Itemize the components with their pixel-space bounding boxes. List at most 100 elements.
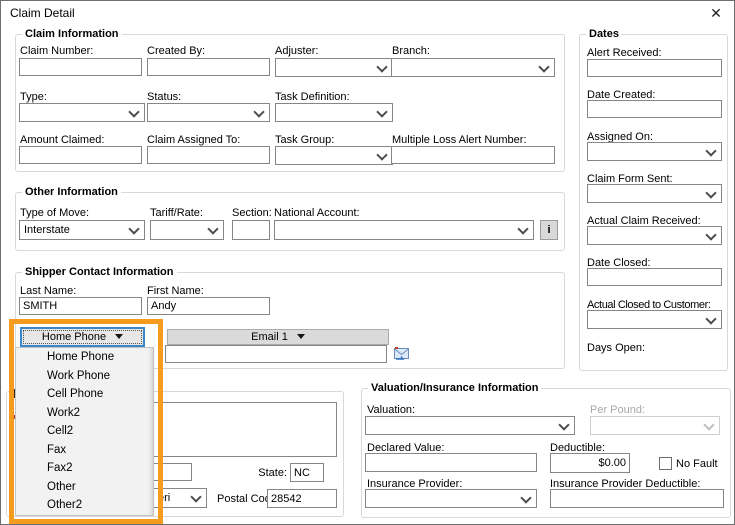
national-account-label: National Account: <box>274 207 360 219</box>
type-label: Type: <box>20 91 47 103</box>
insurance-provider-select[interactable] <box>365 489 537 508</box>
national-account-info-button[interactable]: i <box>540 220 558 240</box>
per-pound-select-disabled <box>590 416 720 435</box>
title-bar: Claim Detail ✕ <box>1 1 734 25</box>
chevron-down-icon <box>705 145 716 156</box>
chevron-down-icon <box>376 106 387 117</box>
assigned-on-select[interactable] <box>587 142 722 161</box>
days-open-label: Days Open: <box>587 342 645 354</box>
chevron-down-icon <box>253 106 264 117</box>
chevron-down-icon <box>538 61 549 72</box>
menu-item-work-phone[interactable]: Work Phone <box>16 367 153 386</box>
tariff-rate-label: Tariff/Rate: <box>150 207 203 219</box>
status-select[interactable] <box>147 103 270 122</box>
chevron-down-icon <box>207 223 218 234</box>
group-title: Valuation/Insurance Information <box>368 382 541 394</box>
branch-label: Branch: <box>392 45 430 57</box>
email-type-dropdown-button[interactable]: Email 1 <box>167 329 389 345</box>
postal-code-input[interactable] <box>267 489 337 508</box>
alert-received-input[interactable] <box>587 59 722 77</box>
dropdown-arrow-icon <box>297 334 305 339</box>
window-title: Claim Detail <box>10 6 75 20</box>
amount-claimed-input[interactable] <box>19 146 142 164</box>
multiple-loss-label: Multiple Loss Alert Number: <box>392 134 527 146</box>
claim-number-label: Claim Number: <box>20 45 93 57</box>
valuation-select[interactable] <box>365 416 575 435</box>
group-title: Other Information <box>22 186 121 198</box>
send-email-icon[interactable] <box>393 346 410 361</box>
date-closed-input[interactable] <box>587 268 722 286</box>
chevron-down-icon <box>705 313 716 324</box>
claim-information-group: Claim Information Claim Number: Created … <box>15 34 565 172</box>
deductible-input[interactable] <box>550 453 630 473</box>
menu-item-fax2[interactable]: Fax2 <box>16 459 153 478</box>
group-title: Dates <box>586 28 622 40</box>
menu-item-home-phone[interactable]: Home Phone <box>16 348 153 367</box>
menu-item-work2[interactable]: Work2 <box>16 404 153 423</box>
declared-value-input[interactable] <box>365 453 537 472</box>
section-input[interactable] <box>232 220 270 240</box>
dropdown-arrow-icon <box>115 334 123 339</box>
status-label: Status: <box>147 91 181 103</box>
no-fault-checkbox[interactable] <box>659 457 672 470</box>
group-title: Shipper Contact Information <box>22 266 177 278</box>
phone-type-selected-label: Home Phone <box>42 331 106 343</box>
adjuster-select[interactable] <box>275 58 393 77</box>
insurance-provider-deductible-input[interactable] <box>550 489 724 508</box>
email-input[interactable] <box>165 345 387 363</box>
first-name-label: First Name: <box>147 285 204 297</box>
chevron-down-icon <box>703 419 714 430</box>
chevron-down-icon <box>190 491 201 502</box>
phone-type-menu: Home Phone Work Phone Cell Phone Work2 C… <box>15 347 154 516</box>
task-group-select[interactable] <box>275 146 393 165</box>
claim-assigned-to-label: Claim Assigned To: <box>147 134 240 146</box>
phone-type-dropdown-button[interactable]: Home Phone <box>20 327 145 347</box>
type-of-move-select[interactable]: Interstate <box>19 220 145 240</box>
chevron-down-icon <box>705 229 716 240</box>
created-by-input[interactable] <box>147 58 270 76</box>
menu-item-other[interactable]: Other <box>16 478 153 497</box>
last-name-input[interactable] <box>19 297 142 315</box>
close-icon[interactable]: ✕ <box>707 4 725 22</box>
claim-form-sent-select[interactable] <box>587 184 722 203</box>
national-account-select[interactable] <box>274 220 534 240</box>
claim-number-input[interactable] <box>19 58 142 76</box>
chevron-down-icon <box>376 149 387 160</box>
no-fault-label: No Fault <box>676 458 718 470</box>
menu-item-fax[interactable]: Fax <box>16 441 153 460</box>
chevron-down-icon <box>558 419 569 430</box>
state-input[interactable] <box>290 463 324 482</box>
state-label: State: <box>226 467 287 479</box>
valuation-label: Valuation: <box>367 404 415 416</box>
branch-select[interactable] <box>391 58 555 77</box>
country-value-fragment: eri <box>158 492 170 504</box>
created-by-label: Created By: <box>147 45 205 57</box>
chevron-down-icon <box>128 223 139 234</box>
chevron-down-icon <box>376 61 387 72</box>
multiple-loss-input[interactable] <box>391 146 555 164</box>
actual-claim-received-select[interactable] <box>587 226 722 245</box>
menu-item-cell2[interactable]: Cell2 <box>16 422 153 441</box>
claim-detail-dialog: Claim Detail ✕ Claim Information Claim N… <box>0 0 735 525</box>
menu-item-other2[interactable]: Other2 <box>16 496 153 515</box>
type-of-move-value: Interstate <box>24 224 70 236</box>
alert-received-label: Alert Received: <box>587 47 662 59</box>
amount-claimed-label: Amount Claimed: <box>20 134 104 146</box>
actual-closed-select[interactable] <box>587 310 722 329</box>
chevron-down-icon <box>128 106 139 117</box>
group-title: Claim Information <box>22 28 122 40</box>
type-select[interactable] <box>19 103 145 122</box>
first-name-input[interactable] <box>147 297 270 315</box>
menu-item-cell-phone[interactable]: Cell Phone <box>16 385 153 404</box>
tariff-rate-select[interactable] <box>150 220 224 240</box>
per-pound-label: Per Pound: <box>590 404 645 416</box>
chevron-down-icon <box>705 187 716 198</box>
valuation-insurance-group: Valuation/Insurance Information Valuatio… <box>361 388 731 518</box>
task-definition-select[interactable] <box>275 103 393 122</box>
date-created-input[interactable] <box>587 100 722 118</box>
chevron-down-icon <box>520 492 531 503</box>
other-information-group: Other Information Type of Move: Intersta… <box>15 192 565 251</box>
adjuster-label: Adjuster: <box>275 45 318 57</box>
claim-assigned-to-input[interactable] <box>147 146 270 164</box>
section-label: Section: <box>232 207 272 219</box>
